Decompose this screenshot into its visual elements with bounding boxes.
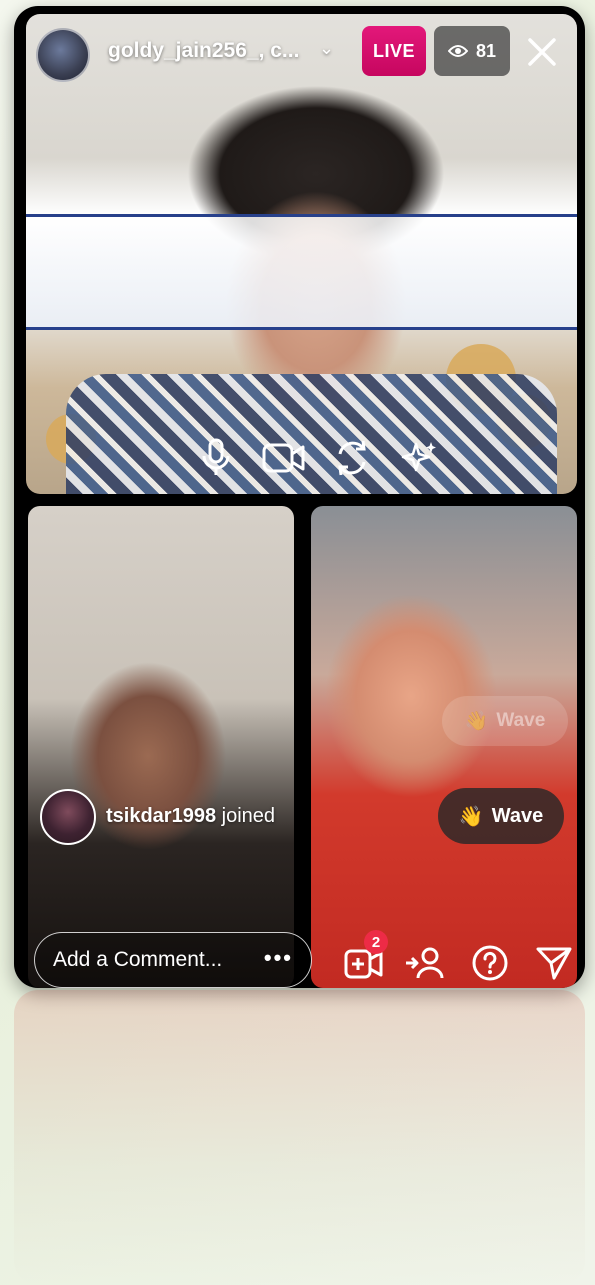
video-camera-icon[interactable] <box>262 436 306 480</box>
phone-reflection <box>14 990 585 1285</box>
comment-placeholder: Add a Comment... <box>53 948 223 971</box>
viewer-count-badge[interactable]: 81 <box>434 26 510 76</box>
joined-user-avatar <box>40 789 96 845</box>
host-video <box>26 14 577 494</box>
question-icon[interactable] <box>468 941 512 985</box>
requests-count-badge: 2 <box>364 930 388 954</box>
wave-hand-icon: 👋 <box>458 805 484 828</box>
wave-ghost-animation: 👋 Wave <box>442 696 568 746</box>
send-icon[interactable] <box>532 941 576 985</box>
guest-video-1[interactable] <box>28 506 294 988</box>
joined-suffix: joined <box>216 805 276 827</box>
chevron-down-icon[interactable]: ⌄ <box>319 38 334 59</box>
wave-ghost-label: Wave <box>496 710 546 731</box>
wave-label: Wave <box>491 804 544 827</box>
joined-notification: tsikdar1998 joined <box>106 805 275 828</box>
close-icon[interactable] <box>522 32 562 72</box>
more-options-button[interactable]: ••• <box>264 945 293 971</box>
host-username[interactable]: goldy_jain256_, c... <box>108 39 299 63</box>
joined-username: tsikdar1998 <box>106 805 217 827</box>
live-stream-screen: goldy_jain256_, c... ⌄ LIVE 81 👋 Wave ts… <box>14 6 585 988</box>
invite-user-icon[interactable] <box>402 941 446 985</box>
background-banner <box>26 214 577 330</box>
switch-camera-icon[interactable] <box>330 436 374 480</box>
wave-hand-icon: 👋 <box>464 711 489 732</box>
guest-video-2[interactable] <box>311 506 577 988</box>
eye-icon <box>447 45 468 57</box>
wave-button[interactable]: 👋 Wave <box>438 788 564 844</box>
host-controls <box>194 432 454 484</box>
viewer-count: 81 <box>475 40 497 61</box>
host-avatar[interactable] <box>36 28 90 82</box>
microphone-icon[interactable] <box>194 436 238 480</box>
comment-input[interactable]: Add a Comment... ••• <box>34 932 312 988</box>
live-badge: LIVE <box>362 26 426 76</box>
effects-sparkle-icon[interactable] <box>398 436 442 480</box>
